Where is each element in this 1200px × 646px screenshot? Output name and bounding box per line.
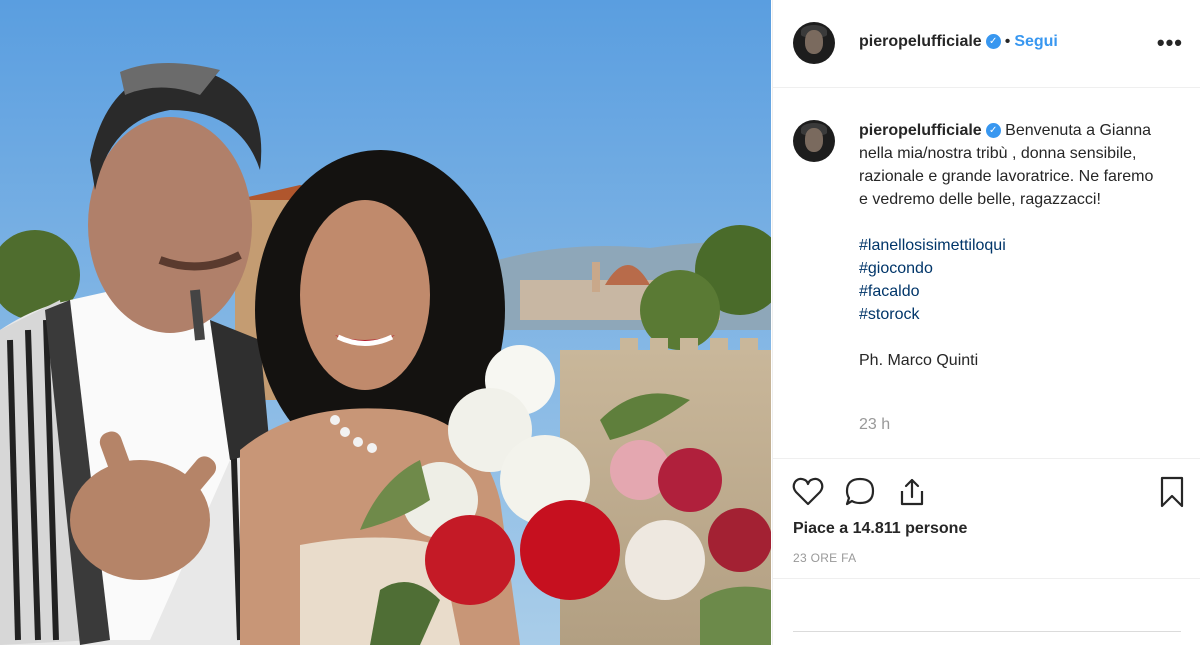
caption-area: pieropelufficiale ✓ Benvenuta a Gianna ne… — [773, 88, 1200, 458]
photo-credit: Ph. Marco Quinti — [859, 352, 979, 369]
bookmark-icon[interactable] — [1155, 475, 1189, 509]
hashtag-link[interactable]: #storock — [859, 303, 1159, 326]
username-link[interactable]: pieropelufficiale — [859, 33, 982, 50]
verified-badge-icon: ✓ — [985, 123, 1001, 139]
heart-icon[interactable] — [791, 475, 825, 509]
follow-button[interactable]: Segui — [1014, 33, 1058, 50]
post-image-illustration — [0, 0, 771, 645]
comment-input-line[interactable] — [793, 631, 1181, 632]
hashtag-link[interactable]: #lanellosisimettiloqui — [859, 234, 1159, 257]
post-actions: Piace a 14.811 persone 23 ORE FA — [773, 458, 1200, 579]
post-header: pieropelufficiale ✓ • Segui ••• — [773, 0, 1200, 88]
hashtag-link[interactable]: #facaldo — [859, 280, 1159, 303]
comment-icon[interactable] — [843, 475, 877, 509]
header-user-line: pieropelufficiale ✓ • Segui — [859, 33, 1058, 51]
avatar[interactable] — [793, 22, 835, 64]
post-timestamp: 23 ORE FA — [793, 551, 857, 565]
more-options-icon[interactable]: ••• — [1157, 30, 1183, 56]
share-icon[interactable] — [895, 475, 929, 509]
hashtag-link[interactable]: #giocondo — [859, 257, 1159, 280]
caption-text-block: pieropelufficiale ✓ Benvenuta a Gianna ne… — [859, 119, 1159, 372]
comment-area[interactable] — [773, 578, 1200, 646]
verified-badge-icon: ✓ — [985, 34, 1001, 50]
caption-timestamp: 23 h — [859, 416, 891, 433]
separator-dot: • — [1004, 33, 1011, 50]
likes-count[interactable]: Piace a 14.811 persone — [793, 520, 967, 538]
caption-username[interactable]: pieropelufficiale — [859, 122, 982, 139]
post-photo[interactable] — [0, 0, 771, 645]
post-side-panel: pieropelufficiale ✓ • Segui ••• pieropeluff… — [772, 0, 1200, 645]
caption-avatar[interactable] — [793, 120, 835, 162]
